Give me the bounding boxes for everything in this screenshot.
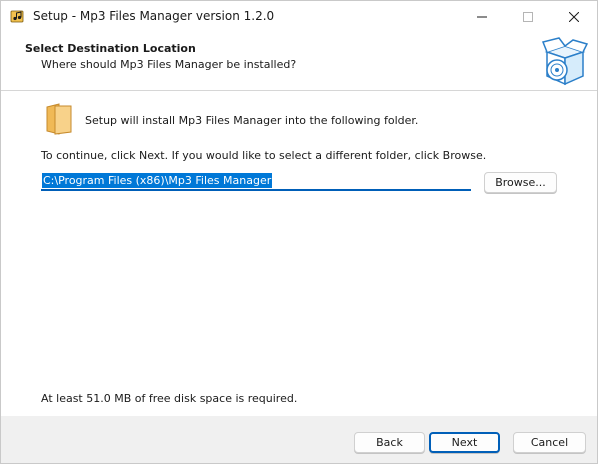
header-divider (1, 90, 597, 91)
close-icon (569, 11, 579, 22)
disk-space-text: At least 51.0 MB of free disk space is r… (41, 392, 298, 405)
app-icon (10, 10, 24, 23)
wizard-header: Select Destination Location Where should… (1, 32, 597, 90)
installer-box-icon (541, 37, 589, 86)
page-title: Select Destination Location (25, 42, 196, 55)
cancel-button[interactable]: Cancel (513, 432, 586, 453)
browse-button[interactable]: Browse... (484, 172, 557, 193)
minimize-button[interactable] (459, 1, 505, 32)
folder-icon (46, 103, 72, 135)
maximize-button[interactable] (505, 1, 551, 32)
back-button[interactable]: Back (354, 432, 425, 453)
window-title: Setup - Mp3 Files Manager version 1.2.0 (33, 9, 275, 23)
next-button[interactable]: Next (429, 432, 500, 453)
title-bar: Setup - Mp3 Files Manager version 1.2.0 (1, 1, 597, 32)
intro-text: Setup will install Mp3 Files Manager int… (85, 114, 419, 127)
minimize-icon (477, 16, 487, 17)
page-subtitle: Where should Mp3 Files Manager be instal… (41, 58, 297, 71)
wizard-footer (1, 416, 597, 463)
maximize-icon (523, 11, 533, 22)
instruction-text: To continue, click Next. If you would li… (41, 149, 487, 162)
destination-path-value: C:\Program Files (x86)\Mp3 Files Manager (42, 173, 273, 188)
close-button[interactable] (551, 1, 597, 32)
setup-window: Setup - Mp3 Files Manager version 1.2.0 … (0, 0, 598, 464)
destination-path-input[interactable]: C:\Program Files (x86)\Mp3 Files Manager (41, 172, 471, 191)
